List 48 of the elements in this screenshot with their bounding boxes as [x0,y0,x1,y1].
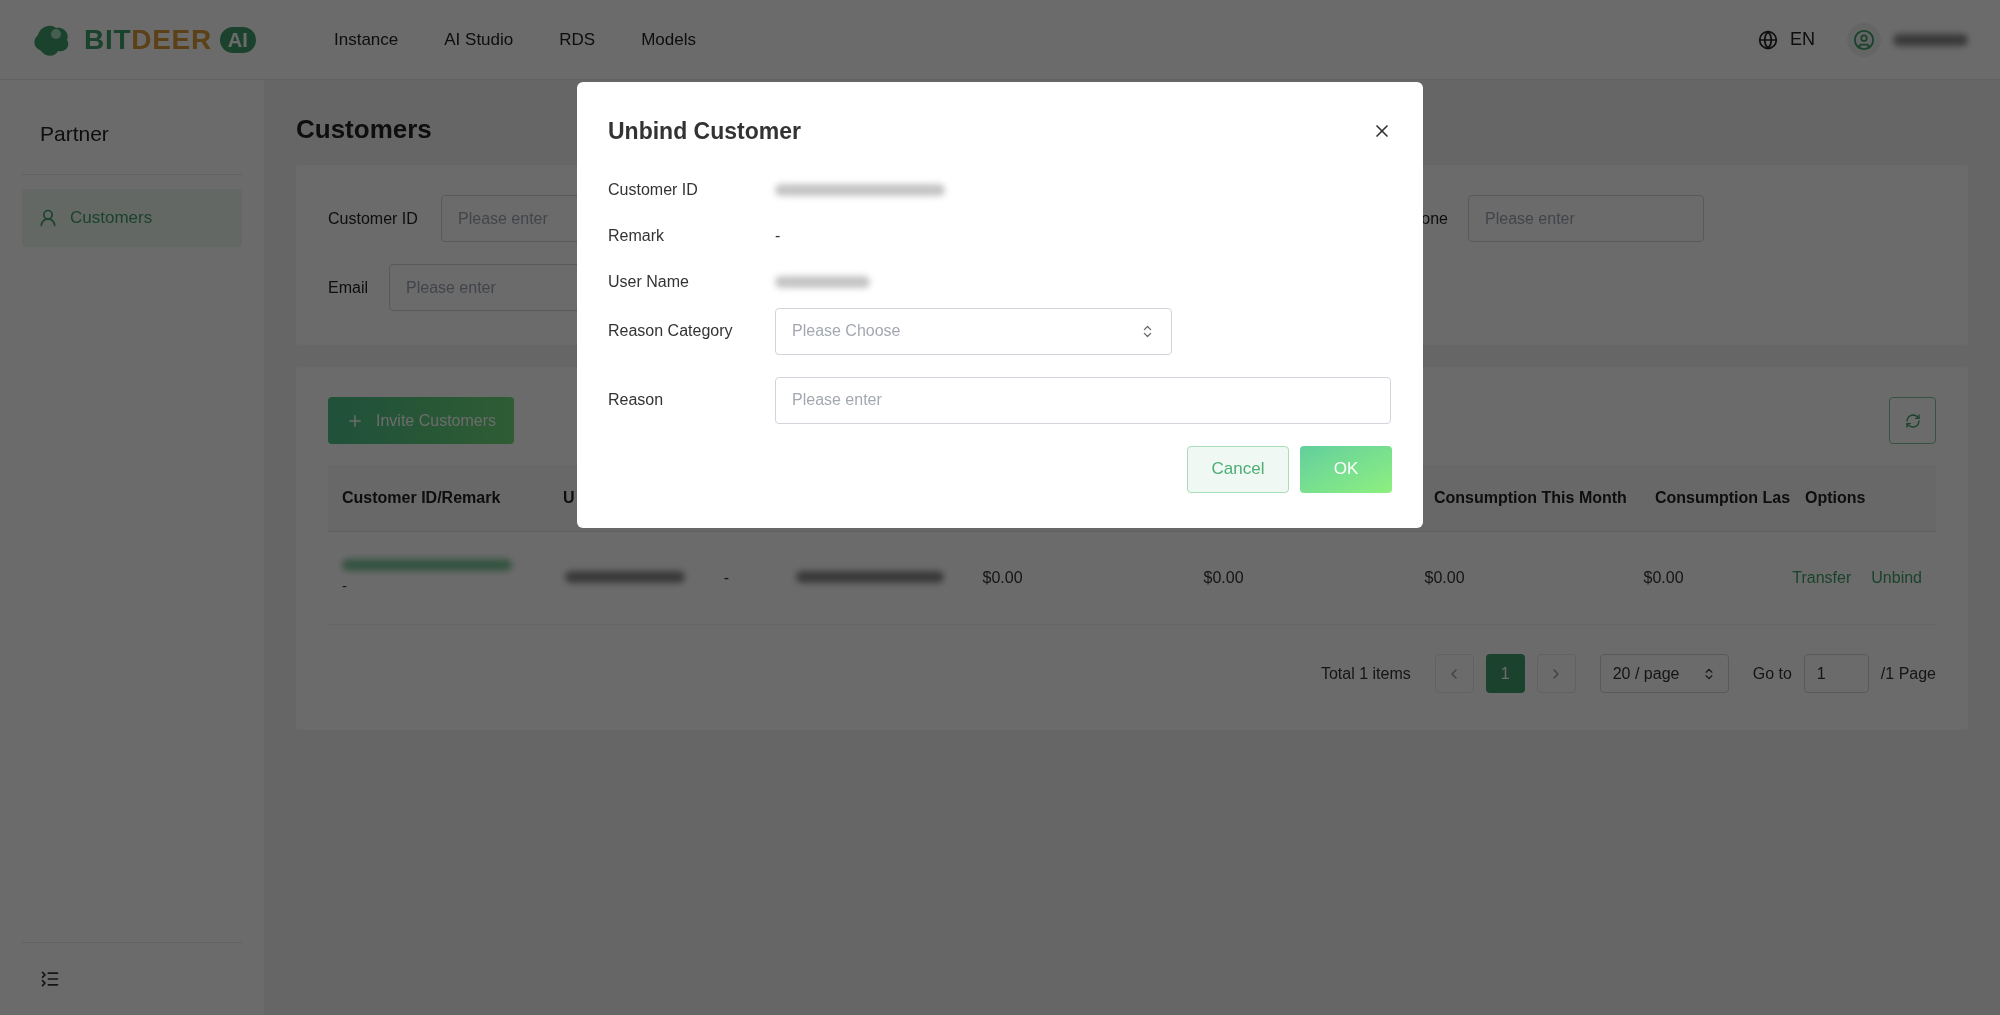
table-cell: $0.00 [1643,569,1684,586]
refresh-icon [1904,412,1921,429]
invite-button[interactable]: Invite Customers [328,397,515,444]
nav-link[interactable]: RDS [559,26,596,53]
logo-badge: AI [219,26,256,53]
collapse-icon[interactable] [40,969,60,989]
next-page-button[interactable] [1536,654,1576,693]
table-cell: $0.00 [982,569,1023,586]
nav-link[interactable]: Instance [334,26,399,53]
previous-page-button[interactable] [1434,654,1474,693]
user-icon [38,207,58,228]
column-header: U [563,489,575,506]
avatar-icon[interactable] [1847,22,1881,57]
table-cell: $0.00 [1203,569,1244,586]
reason-category-select[interactable]: Please Choose [775,307,1172,355]
language-label[interactable]: EN [1790,26,1815,53]
column-header: Consumption This Month [1433,488,1628,508]
column-header: Customer ID/Remark [341,488,502,508]
sidebar-title: Partner [22,80,242,175]
page-count: /1 Page [1880,663,1936,684]
page-size-select[interactable]: 20 / page [1599,654,1729,693]
table-link[interactable]: Unbind [1871,566,1922,590]
table-cell: - [723,569,729,586]
input-field[interactable]: Please enter [775,376,1391,424]
goto-input[interactable]: 1 [1803,654,1869,693]
column-header: Consumption Las [1654,488,1791,508]
remark-text: - [342,575,348,596]
nav-link[interactable]: Models [641,26,696,53]
nav-link[interactable]: AI Studio [444,26,514,53]
logo-text: BITDEER [84,22,212,57]
filter-label: Customer ID [328,208,419,229]
column-header: Options [1804,488,1867,508]
ok-button[interactable]: OK [1300,445,1392,493]
field-label: Reason [608,390,665,410]
cancel-button[interactable]: Cancel [1187,445,1289,493]
page-title: Customers [296,113,432,146]
refresh-button[interactable] [1889,397,1936,444]
total-count: Total 1 items [1320,663,1411,684]
table-cell: $0.00 [1424,569,1465,586]
filter-label: Email [328,277,369,298]
goto-label: Go to [1752,663,1792,684]
field-label: Reason Category [608,321,734,341]
sidebar-item[interactable]: Customers [22,188,242,247]
dialog-title: Unbind Customer [608,117,801,146]
language-icon[interactable] [1758,29,1778,50]
page-button[interactable]: 1 [1485,654,1525,693]
table-link[interactable]: Transfer [1792,566,1852,590]
field-value: - [775,225,781,246]
